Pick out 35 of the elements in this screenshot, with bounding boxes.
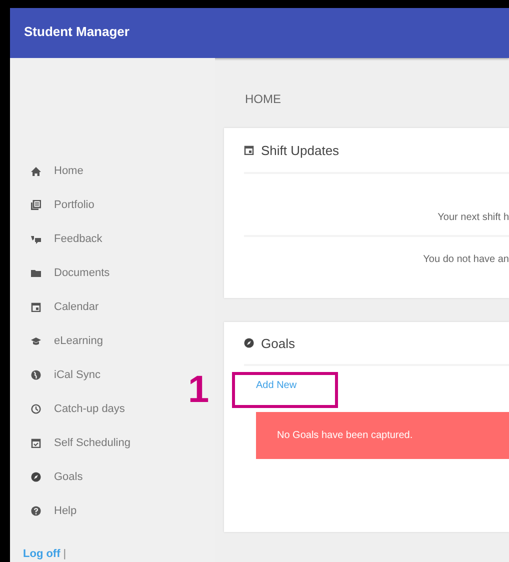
app-title: Student Manager [24,24,130,38]
home-icon [31,166,41,176]
nav-item[interactable]: Calendar [10,290,105,324]
nav-item[interactable]: Goals [10,460,89,494]
nav-item[interactable]: Self Scheduling [10,426,136,460]
nav-item[interactable]: Documents [10,256,116,290]
card-title: Goals [261,336,295,350]
annotation-number: 1 [188,371,210,409]
separator: | [63,548,66,562]
shift-message: You do not have an [423,254,509,265]
nav-item[interactable]: Portfolio [10,188,100,222]
nav-item[interactable]: Catch-up days [10,392,131,426]
portfolio-icon [31,200,41,210]
log-off-link[interactable]: Log off [23,548,60,560]
check-calendar-icon [31,438,41,448]
compass-icon [31,472,41,482]
calendar-icon [244,145,254,155]
help-icon [31,506,41,516]
feedback-icon [31,234,41,244]
empty-goals-alert: No Goals have been captured. [256,412,509,459]
cap-icon [31,336,41,346]
nav-item[interactable]: Feedback [10,222,108,256]
compass-icon [244,338,254,348]
nav-item[interactable]: iCal Sync [10,358,106,392]
calendar-icon [31,302,41,312]
clock-icon [31,404,41,414]
add-new-link[interactable]: Add New [224,366,297,404]
nav-item[interactable]: eLearning [10,324,109,358]
folder-icon [31,268,41,278]
shift-message: Your next shift h [438,212,509,223]
globe-icon [31,370,41,380]
nav-item[interactable]: Home [10,154,90,188]
card-title: Shift Updates [261,142,340,158]
breadcrumb: HOME [245,92,281,106]
nav-item[interactable]: Help [10,494,83,528]
